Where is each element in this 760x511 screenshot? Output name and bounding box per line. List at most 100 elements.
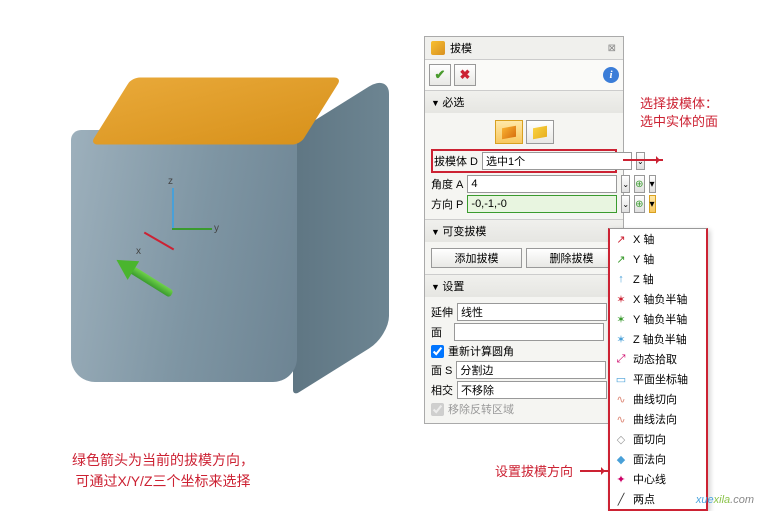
section-variable: 可变拔模 添加拔模 删除拔模 xyxy=(425,220,623,275)
draft-mode-solid-button[interactable] xyxy=(495,120,523,144)
section-settings: 设置 延伸 ⌄ 面 ⌄ 重新计算圆角 面 S ⌄ 相交 xyxy=(425,275,623,423)
menu-item-label: Z 轴负半轴 xyxy=(633,331,687,347)
menu-item-1[interactable]: ↗ Y 轴 xyxy=(610,249,706,269)
menu-item-label: Y 轴 xyxy=(633,251,654,267)
direction-menu[interactable]: ↗X 轴 ↗ Y 轴 ↑ Z 轴 ✶ X 轴负半轴 ✶ Y 轴负半轴 ✶ Z 轴负半轴 ⤢ 动态拾取 ▭平… xyxy=(608,228,708,511)
callout-set-direction: 设置拔模方向 xyxy=(495,463,573,481)
callout-arrow-2 xyxy=(580,470,608,472)
menu-item-icon: ↑ xyxy=(614,272,628,286)
cube-top-face xyxy=(90,77,342,144)
y-axis-icon xyxy=(172,228,212,230)
menu-item-label: 面法向 xyxy=(633,451,666,467)
menu-item-icon: ╱ xyxy=(614,492,628,506)
panel-title: 拔模 xyxy=(450,40,472,56)
menu-item-icon: ↗ xyxy=(614,252,628,266)
menu-item-label: Y 轴负半轴 xyxy=(633,311,687,327)
menu-item-5[interactable]: ✶ Z 轴负半轴 xyxy=(610,329,706,349)
menu-item-label: 动态拾取 xyxy=(633,351,677,367)
input-angle[interactable] xyxy=(467,175,617,193)
label-angle: 角度 A xyxy=(431,176,463,192)
close-icon[interactable]: ⊠ xyxy=(608,43,617,54)
field-face: 面 ⌄ xyxy=(431,323,617,341)
field-extend: 延伸 ⌄ xyxy=(431,303,617,321)
menu-item-3[interactable]: ✶ X 轴负半轴 xyxy=(610,289,706,309)
menu-item-13[interactable]: ╱ 两点 xyxy=(610,489,706,509)
menu-item-2[interactable]: ↑ Z 轴 xyxy=(610,269,706,289)
menu-item-11[interactable]: ◆ 面法向 xyxy=(610,449,706,469)
menu-item-label: 曲线法向 xyxy=(633,411,677,427)
menu-item-label: 面切向 xyxy=(633,431,666,447)
menu-item-0[interactable]: ↗X 轴 xyxy=(610,229,706,249)
menu-item-7[interactable]: ▭平面坐标轴 xyxy=(610,369,706,389)
panel-titlebar[interactable]: 拔模 ⊠ xyxy=(425,37,623,60)
menu-item-icon: ▭ xyxy=(614,372,628,386)
menu-item-icon: ◇ xyxy=(614,432,628,446)
direction-extra-button[interactable]: ⊕ xyxy=(634,195,644,213)
menu-item-12[interactable]: ✦中心线 xyxy=(610,469,706,489)
watermark: xuexila.com xyxy=(696,490,754,507)
axis-label-z: z xyxy=(168,176,173,187)
confirm-button[interactable]: ✔ xyxy=(429,64,451,86)
input-face-s[interactable] xyxy=(456,361,606,379)
cancel-button[interactable]: ✖ xyxy=(454,64,476,86)
checkbox-remove-reverse-input xyxy=(431,403,444,416)
menu-item-6[interactable]: ⤢ 动态拾取 xyxy=(610,349,706,369)
draft-body-cube[interactable] xyxy=(55,60,355,390)
draft-panel: 拔模 ⊠ ✔ ✖ i 必选 拔模体 D ⌄ 角度 A ⌄ ⊕ ▾ xyxy=(424,36,624,424)
section-header-variable[interactable]: 可变拔模 xyxy=(425,220,623,242)
menu-item-icon: ✶ xyxy=(614,292,628,306)
field-angle: 角度 A ⌄ ⊕ ▾ xyxy=(431,175,617,193)
section-required: 必选 拔模体 D ⌄ 角度 A ⌄ ⊕ ▾ 方向 P ⌄ xyxy=(425,91,623,220)
field-face-s: 面 S ⌄ xyxy=(431,361,617,379)
input-extend[interactable] xyxy=(457,303,607,321)
menu-item-4[interactable]: ✶ Y 轴负半轴 xyxy=(610,309,706,329)
field-intersect: 相交 ⌄ xyxy=(431,381,617,399)
info-button[interactable]: i xyxy=(603,67,619,83)
checkbox-remove-reverse: 移除反转区域 xyxy=(431,401,617,417)
remove-draft-button[interactable]: 删除拔模 xyxy=(526,248,617,268)
action-bar: ✔ ✖ i xyxy=(425,60,623,91)
menu-item-icon: ✶ xyxy=(614,332,628,346)
draft-mode-face-button[interactable] xyxy=(526,120,554,144)
label-draft-body: 拔模体 D xyxy=(434,153,478,169)
checkbox-recompute-input[interactable] xyxy=(431,345,444,358)
input-direction[interactable] xyxy=(467,195,617,213)
input-draft-body[interactable] xyxy=(482,152,632,170)
dropdown-direction[interactable]: ⌄ xyxy=(621,195,630,213)
angle-menu-button[interactable]: ▾ xyxy=(649,175,656,193)
menu-item-label: 两点 xyxy=(633,491,655,507)
add-draft-button[interactable]: 添加拔模 xyxy=(431,248,522,268)
menu-item-icon: ◆ xyxy=(614,452,628,466)
angle-extra-button[interactable]: ⊕ xyxy=(634,175,644,193)
draft-icon xyxy=(431,41,445,55)
field-direction: 方向 P ⌄ ⊕ ▾ xyxy=(431,195,617,213)
label-recompute: 重新计算圆角 xyxy=(448,343,514,359)
menu-item-label: X 轴负半轴 xyxy=(633,291,687,307)
label-face-s: 面 S xyxy=(431,362,452,378)
label-remove-reverse: 移除反转区域 xyxy=(448,401,514,417)
menu-item-icon: ∿ xyxy=(614,412,628,426)
menu-item-label: 中心线 xyxy=(633,471,666,487)
checkbox-recompute[interactable]: 重新计算圆角 xyxy=(431,343,617,359)
label-extend: 延伸 xyxy=(431,304,453,320)
menu-item-label: Z 轴 xyxy=(633,271,654,287)
menu-item-9[interactable]: ∿ 曲线法向 xyxy=(610,409,706,429)
menu-item-icon: ✶ xyxy=(614,312,628,326)
section-header-required[interactable]: 必选 xyxy=(425,91,623,113)
menu-item-10[interactable]: ◇ 面切向 xyxy=(610,429,706,449)
z-axis-icon xyxy=(172,188,174,228)
direction-menu-button[interactable]: ▾ xyxy=(649,195,656,213)
dropdown-draft-body[interactable]: ⌄ xyxy=(636,152,645,170)
label-intersect: 相交 xyxy=(431,382,453,398)
menu-item-icon: ⤢ xyxy=(614,352,628,366)
input-face[interactable] xyxy=(454,323,604,341)
input-intersect[interactable] xyxy=(457,381,607,399)
menu-item-8[interactable]: ∿曲线切向 xyxy=(610,389,706,409)
callout-arrow-1 xyxy=(623,159,663,161)
caption-green-arrow: 绿色箭头为当前的拔模方向， 可通过X/Y/Z三个坐标来选择 xyxy=(72,450,254,492)
section-header-settings[interactable]: 设置 xyxy=(425,275,623,297)
dropdown-angle[interactable]: ⌄ xyxy=(621,175,630,193)
3d-viewport[interactable]: z y x xyxy=(0,0,420,510)
menu-item-label: 曲线切向 xyxy=(633,391,677,407)
axis-label-y: y xyxy=(214,223,219,234)
